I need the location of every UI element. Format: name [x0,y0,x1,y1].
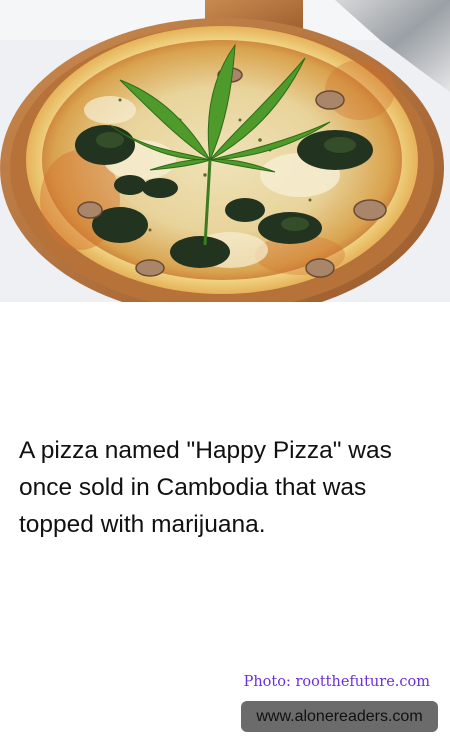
pizza-illustration [0,0,450,302]
pizza-photo [0,0,450,302]
fact-text: A pizza named "Happy Pizza" was once sol… [19,437,392,538]
website-watermark: www.alonereaders.com [241,701,438,732]
website-watermark-label: www.alonereaders.com [256,707,423,725]
photo-credit: Photo: rootthefuture.com [243,674,430,690]
